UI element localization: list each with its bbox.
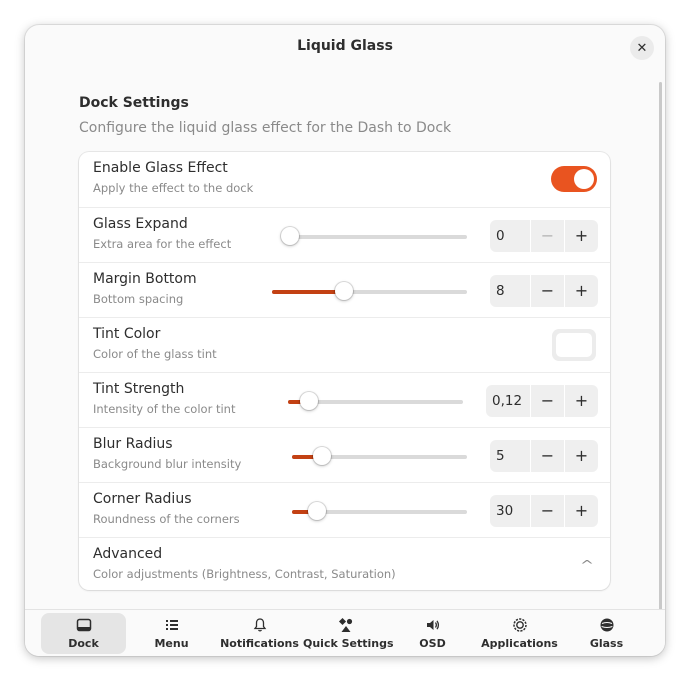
row-subtitle: Roundness of the corners: [93, 512, 240, 526]
tab-notifications[interactable]: Notifications: [217, 613, 302, 654]
header-bar: Liquid Glass ✕: [25, 25, 665, 71]
tab-dock[interactable]: Dock: [41, 613, 126, 654]
row-subtitle: Background blur intensity: [93, 457, 242, 471]
slider-handle[interactable]: [307, 502, 326, 520]
slider-handle[interactable]: [312, 447, 331, 465]
section-description: Configure the liquid glass effect for th…: [79, 120, 452, 136]
tab-applications[interactable]: Applications: [477, 613, 562, 654]
spin-value[interactable]: 8: [490, 275, 530, 307]
dock-icon: [41, 617, 126, 633]
row-tint-strength: Tint Strength Intensity of the color tin…: [79, 372, 610, 428]
increment-button[interactable]: +: [564, 495, 598, 527]
row-subtitle: Apply the effect to the dock: [93, 181, 254, 195]
tab-label: Glass: [589, 637, 624, 650]
tint-strength-slider[interactable]: [288, 392, 463, 410]
row-glass-expand: Glass Expand Extra area for the effect 0…: [79, 207, 610, 263]
row-subtitle: Intensity of the color tint: [93, 402, 236, 416]
slider-handle[interactable]: [335, 282, 354, 300]
menu-list-icon: [129, 617, 214, 633]
switch-knob: [574, 169, 594, 189]
settings-list: Enable Glass Effect Apply the effect to …: [79, 152, 610, 590]
decrement-button[interactable]: −: [530, 220, 564, 252]
gear-circle-icon: [477, 617, 562, 633]
row-title: Glass Expand: [93, 216, 188, 232]
row-title: Tint Strength: [93, 381, 185, 397]
decrement-button[interactable]: −: [530, 495, 564, 527]
chevron-up-icon[interactable]: ^: [580, 558, 594, 572]
shapes-icon: [303, 617, 388, 633]
decrement-button[interactable]: −: [530, 440, 564, 472]
bell-icon: [217, 617, 302, 633]
color-swatch: [556, 333, 592, 357]
margin-bottom-slider[interactable]: [272, 282, 467, 300]
section-title: Dock Settings: [79, 95, 189, 111]
enable-glass-switch[interactable]: [551, 166, 597, 192]
tab-label: Quick Settings: [303, 637, 394, 650]
blur-radius-spinbutton[interactable]: 5 − +: [490, 440, 598, 472]
row-tint-color: Tint Color Color of the glass tint: [79, 317, 610, 373]
increment-button[interactable]: +: [564, 275, 598, 307]
row-subtitle: Bottom spacing: [93, 292, 184, 306]
tab-label: Notifications: [220, 637, 299, 650]
glass-sphere-icon: [564, 617, 649, 633]
blur-radius-slider[interactable]: [292, 447, 467, 465]
increment-button[interactable]: +: [564, 440, 598, 472]
row-title: Blur Radius: [93, 436, 173, 452]
spin-value[interactable]: 0,12: [486, 385, 530, 417]
tab-glass[interactable]: Glass: [564, 613, 649, 654]
corner-radius-spinbutton[interactable]: 30 − +: [490, 495, 598, 527]
spin-value[interactable]: 30: [490, 495, 530, 527]
spin-value[interactable]: 0: [490, 220, 530, 252]
row-blur-radius: Blur Radius Background blur intensity 5 …: [79, 427, 610, 483]
slider-handle[interactable]: [300, 392, 318, 410]
tab-menu[interactable]: Menu: [129, 613, 214, 654]
preferences-window: Liquid Glass ✕ Dock Settings Configure t…: [25, 25, 665, 656]
tab-label: OSD: [419, 637, 446, 650]
row-subtitle: Color adjustments (Brightness, Contrast,…: [93, 567, 396, 581]
tint-color-button[interactable]: [552, 329, 596, 361]
tint-strength-spinbutton[interactable]: 0,12 − +: [486, 385, 598, 417]
window-title: Liquid Glass: [297, 38, 393, 54]
scrollbar[interactable]: [659, 82, 662, 618]
close-button[interactable]: ✕: [630, 36, 654, 60]
tab-label: Dock: [68, 637, 99, 650]
speaker-icon: [390, 617, 475, 633]
glass-expand-spinbutton[interactable]: 0 − +: [490, 220, 598, 252]
tab-label: Menu: [154, 637, 189, 650]
glass-expand-slider[interactable]: [281, 227, 467, 245]
row-title: Margin Bottom: [93, 271, 197, 287]
row-subtitle: Color of the glass tint: [93, 347, 217, 361]
close-icon: ✕: [636, 40, 648, 56]
row-title: Enable Glass Effect: [93, 160, 228, 176]
corner-radius-slider[interactable]: [292, 502, 467, 520]
view-switcher-bar: Dock Menu Notifications Quick Settings O…: [25, 609, 665, 656]
row-title: Advanced: [93, 546, 163, 562]
row-title: Tint Color: [93, 326, 161, 342]
row-advanced-expander[interactable]: Advanced Color adjustments (Brightness, …: [79, 537, 610, 593]
tab-label: Applications: [481, 637, 558, 650]
slider-handle[interactable]: [281, 227, 299, 245]
spin-value[interactable]: 5: [490, 440, 530, 472]
decrement-button[interactable]: −: [530, 385, 564, 417]
row-margin-bottom: Margin Bottom Bottom spacing 8 − +: [79, 262, 610, 318]
row-title: Corner Radius: [93, 491, 192, 507]
tab-quick-settings[interactable]: Quick Settings: [303, 613, 394, 654]
tab-osd[interactable]: OSD: [390, 613, 475, 654]
slider-fill: [272, 290, 345, 294]
row-enable-glass-effect[interactable]: Enable Glass Effect Apply the effect to …: [79, 152, 610, 207]
increment-button[interactable]: +: [564, 220, 598, 252]
increment-button[interactable]: +: [564, 385, 598, 417]
decrement-button[interactable]: −: [530, 275, 564, 307]
row-subtitle: Extra area for the effect: [93, 237, 232, 251]
row-corner-radius: Corner Radius Roundness of the corners 3…: [79, 482, 610, 538]
margin-bottom-spinbutton[interactable]: 8 − +: [490, 275, 598, 307]
